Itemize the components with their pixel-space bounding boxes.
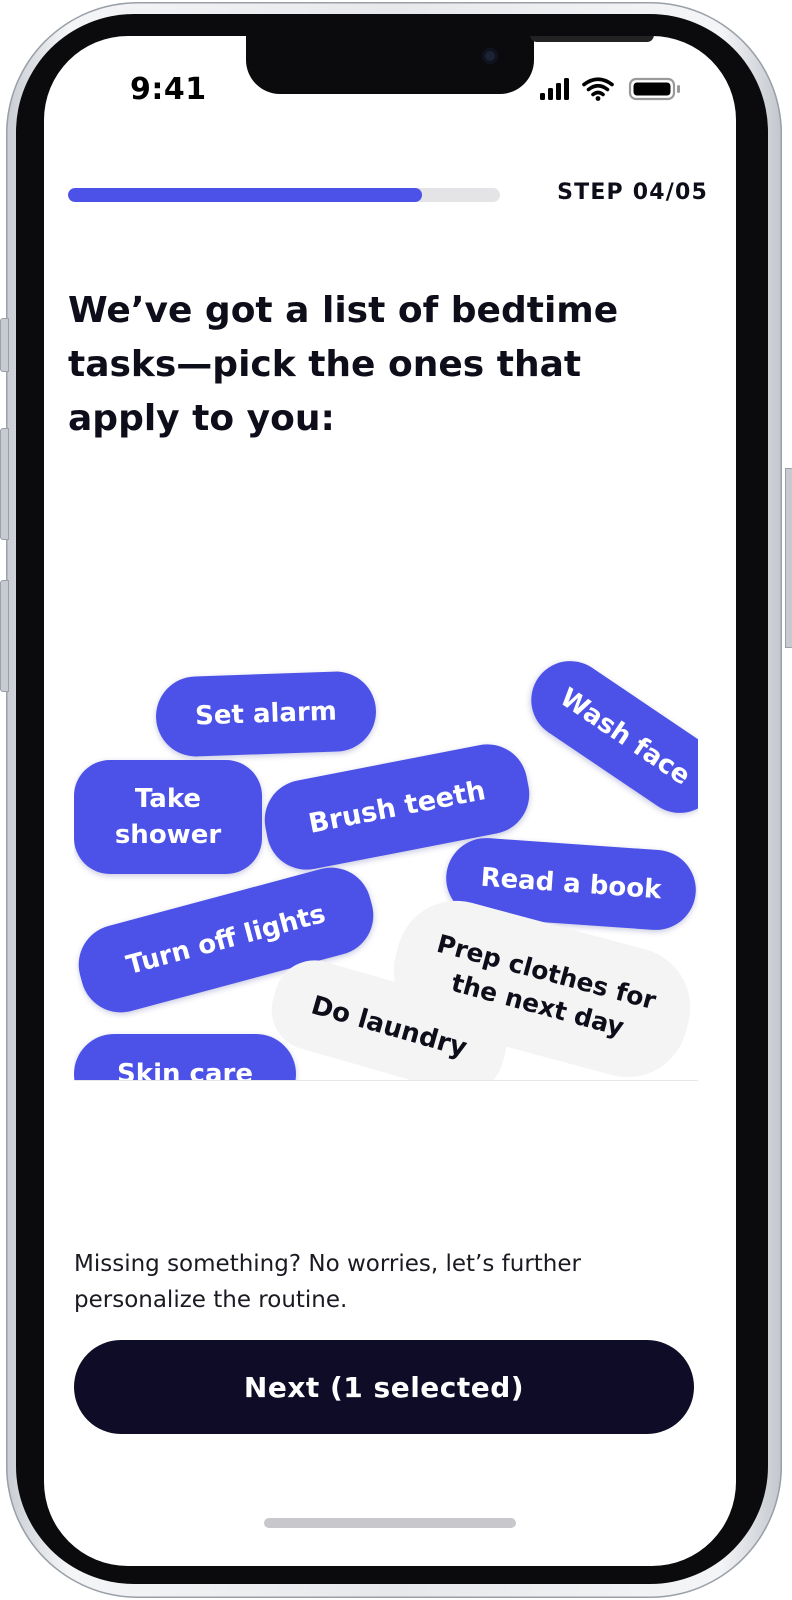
status-time: 9:41	[130, 72, 207, 107]
task-chip-skin-care[interactable]: Skin care	[74, 1034, 296, 1080]
page-title: We’ve got a list of bedtime tasks—pick t…	[68, 290, 619, 439]
app-screen: 9:41 STEP 04/05 We’ve got a list of bedt…	[44, 36, 736, 1566]
volume-down-button	[0, 580, 9, 692]
battery-icon	[628, 77, 680, 101]
front-camera	[482, 48, 498, 64]
signal-icon	[540, 78, 569, 100]
status-icons	[540, 77, 680, 101]
home-indicator	[264, 1518, 516, 1528]
notch	[246, 36, 654, 94]
helper-text: Missing something? No worries, let’s fur…	[74, 1251, 581, 1313]
step-indicator: STEP 04/05	[557, 180, 708, 205]
task-chip-set-alarm[interactable]: Set alarm	[154, 670, 378, 758]
silent-switch	[0, 318, 9, 372]
volume-up-button	[0, 428, 9, 540]
progress-bar	[68, 188, 500, 202]
power-button	[785, 468, 792, 648]
task-chip-take-shower[interactable]: Take shower	[74, 760, 262, 874]
next-button[interactable]: Next (1 selected)	[74, 1340, 694, 1434]
speaker-grille	[530, 36, 654, 42]
task-chip-wash-face[interactable]: Wash face	[516, 646, 698, 829]
progress-fill	[68, 188, 423, 202]
wifi-icon	[582, 77, 614, 97]
task-chip-pile: Set alarm Wash face Brush teeth Take sho…	[74, 646, 698, 1081]
